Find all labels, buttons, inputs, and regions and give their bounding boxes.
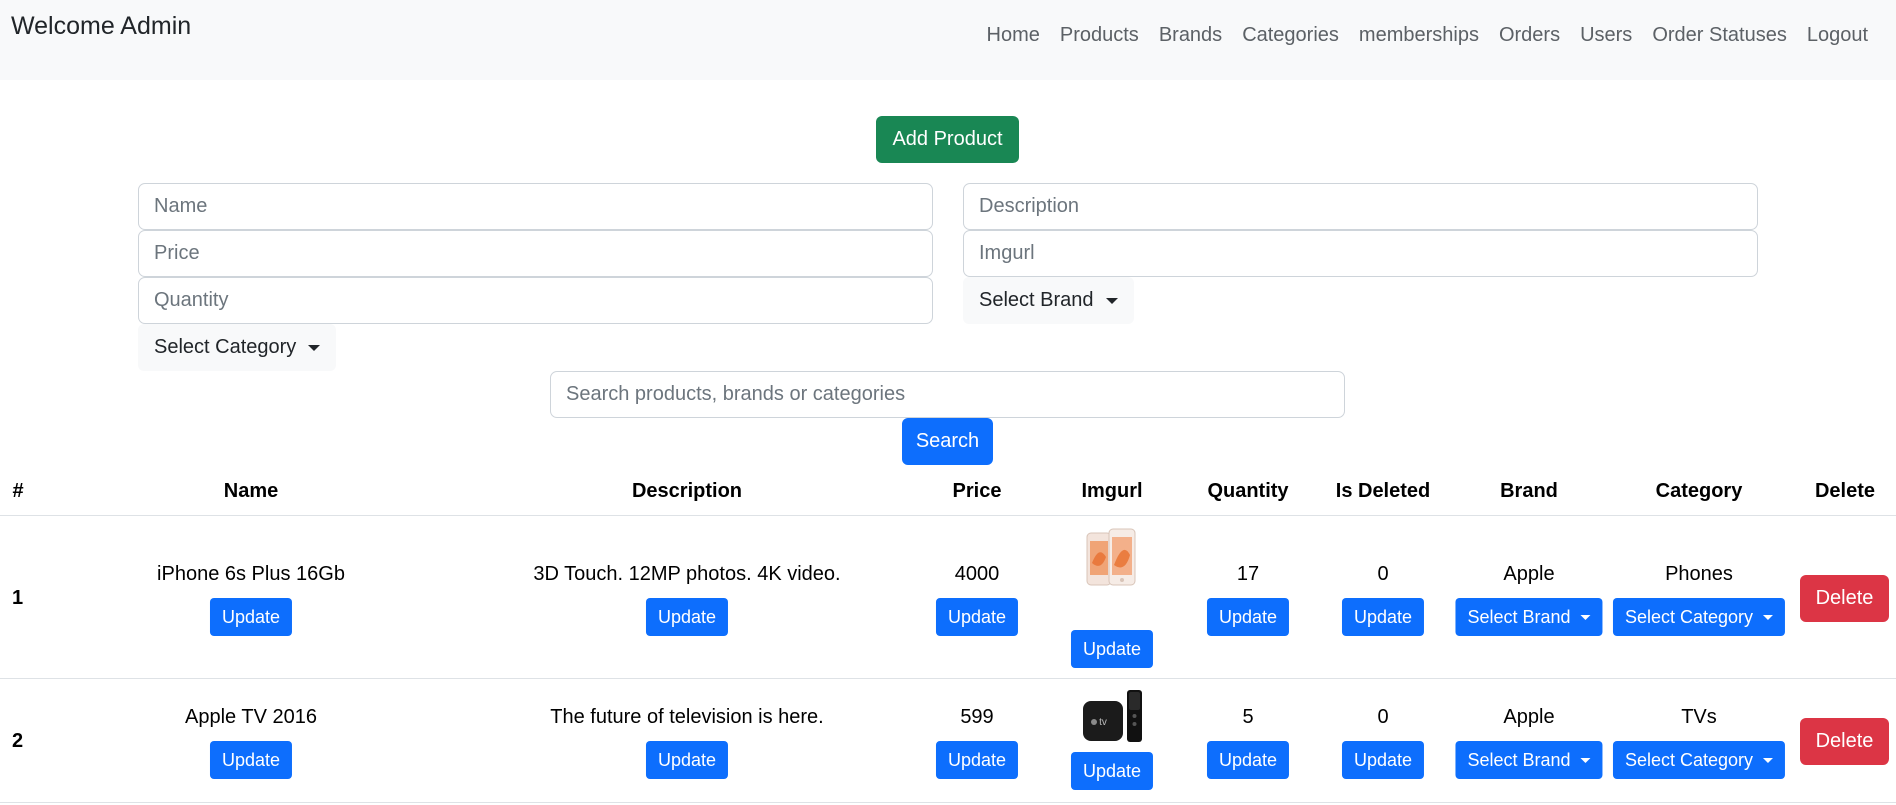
product-quantity: 5 xyxy=(1242,706,1254,728)
update-is-deleted-button[interactable]: Update xyxy=(1341,741,1425,779)
product-category: Phones xyxy=(1665,563,1733,585)
welcome-brand: Welcome Admin xyxy=(11,12,192,40)
update-quantity-button[interactable]: Update xyxy=(1206,741,1290,779)
row-number: 2 xyxy=(12,730,24,752)
nav-links: Home Products Brands Categories membersh… xyxy=(977,24,1878,47)
product-brand: Apple xyxy=(1503,706,1555,728)
apple-tv-product-image: tv xyxy=(1083,690,1142,742)
update-name-button[interactable]: Update xyxy=(209,598,293,636)
row-select-category-button[interactable]: Select Category xyxy=(1612,598,1786,636)
update-imgurl-button[interactable]: Update xyxy=(1070,752,1154,790)
row-divider xyxy=(0,802,1896,803)
product-description: The future of television is here. xyxy=(550,706,824,728)
column-header-number: # xyxy=(12,480,24,502)
product-description: 3D Touch. 12MP photos. 4K video. xyxy=(533,563,841,585)
column-header-is-deleted: Is Deleted xyxy=(1335,480,1431,502)
update-description-button[interactable]: Update xyxy=(645,741,729,779)
delete-button[interactable]: Delete xyxy=(1800,575,1889,622)
column-header-quantity: Quantity xyxy=(1207,480,1289,502)
row-select-brand-button[interactable]: Select Brand xyxy=(1455,598,1603,636)
select-brand-text: Select Brand xyxy=(1467,749,1571,770)
price-input[interactable] xyxy=(138,230,933,277)
update-quantity-button[interactable]: Update xyxy=(1206,598,1290,636)
description-input[interactable] xyxy=(963,183,1758,230)
svg-text:tv: tv xyxy=(1099,717,1107,728)
caret-down-icon xyxy=(1763,757,1774,763)
product-category: TVs xyxy=(1681,706,1717,728)
column-header-price: Price xyxy=(952,480,1002,502)
caret-down-icon xyxy=(308,344,321,351)
header-divider xyxy=(0,515,1896,516)
update-price-button[interactable]: Update xyxy=(935,598,1019,636)
caret-down-icon xyxy=(1580,757,1591,763)
add-product-button[interactable]: Add Product xyxy=(876,116,1019,163)
nav-brands-link[interactable]: Brands xyxy=(1149,24,1232,47)
nav-order-statuses-link[interactable]: Order Statuses xyxy=(1642,24,1797,47)
nav-home-link[interactable]: Home xyxy=(977,24,1050,47)
product-name: Apple TV 2016 xyxy=(185,706,317,728)
row-select-brand-button[interactable]: Select Brand xyxy=(1455,741,1603,779)
product-is-deleted: 0 xyxy=(1377,563,1389,585)
imgurl-input[interactable] xyxy=(963,230,1758,277)
column-header-description: Description xyxy=(631,480,743,502)
select-brand-dropdown[interactable]: Select Brand xyxy=(963,277,1134,324)
select-category-text: Select Category xyxy=(1624,606,1754,627)
nav-logout-link[interactable]: Logout xyxy=(1797,24,1878,47)
row-select-category-button[interactable]: Select Category xyxy=(1612,741,1786,779)
caret-down-icon xyxy=(1105,297,1118,304)
product-price: 599 xyxy=(960,706,994,728)
name-input[interactable] xyxy=(138,183,933,230)
iphone-product-image xyxy=(1086,528,1136,586)
update-imgurl-button[interactable]: Update xyxy=(1070,630,1154,668)
column-header-name: Name xyxy=(223,480,279,502)
update-is-deleted-button[interactable]: Update xyxy=(1341,598,1425,636)
column-header-delete: Delete xyxy=(1814,480,1876,502)
column-header-imgurl: Imgurl xyxy=(1081,480,1143,502)
select-category-text: Select Category xyxy=(1624,749,1754,770)
product-is-deleted: 0 xyxy=(1377,706,1389,728)
column-header-brand: Brand xyxy=(1500,480,1558,502)
product-name: iPhone 6s Plus 16Gb xyxy=(157,563,345,585)
quantity-input[interactable] xyxy=(138,277,933,324)
nav-categories-link[interactable]: Categories xyxy=(1232,24,1349,47)
product-price: 4000 xyxy=(954,563,1000,585)
product-quantity: 17 xyxy=(1236,563,1260,585)
row-number: 1 xyxy=(12,587,24,609)
column-header-category: Category xyxy=(1655,480,1743,502)
caret-down-icon xyxy=(1763,614,1774,620)
select-brand-label: Select Brand xyxy=(979,289,1094,311)
nav-users-link[interactable]: Users xyxy=(1570,24,1642,47)
update-description-button[interactable]: Update xyxy=(645,598,729,636)
search-input[interactable] xyxy=(550,371,1345,418)
nav-memberships-link[interactable]: memberships xyxy=(1349,24,1489,47)
top-navbar: Welcome Admin Home Products Brands Categ… xyxy=(0,0,1896,80)
select-category-label: Select Category xyxy=(154,336,297,358)
update-name-button[interactable]: Update xyxy=(209,741,293,779)
search-button[interactable]: Search xyxy=(902,418,993,465)
nav-orders-link[interactable]: Orders xyxy=(1489,24,1570,47)
nav-products-link[interactable]: Products xyxy=(1050,24,1149,47)
product-brand: Apple xyxy=(1503,563,1555,585)
row-divider xyxy=(0,678,1896,679)
select-brand-text: Select Brand xyxy=(1467,606,1571,627)
caret-down-icon xyxy=(1580,614,1591,620)
select-category-dropdown[interactable]: Select Category xyxy=(138,324,337,371)
update-price-button[interactable]: Update xyxy=(935,741,1019,779)
delete-button[interactable]: Delete xyxy=(1800,718,1889,765)
